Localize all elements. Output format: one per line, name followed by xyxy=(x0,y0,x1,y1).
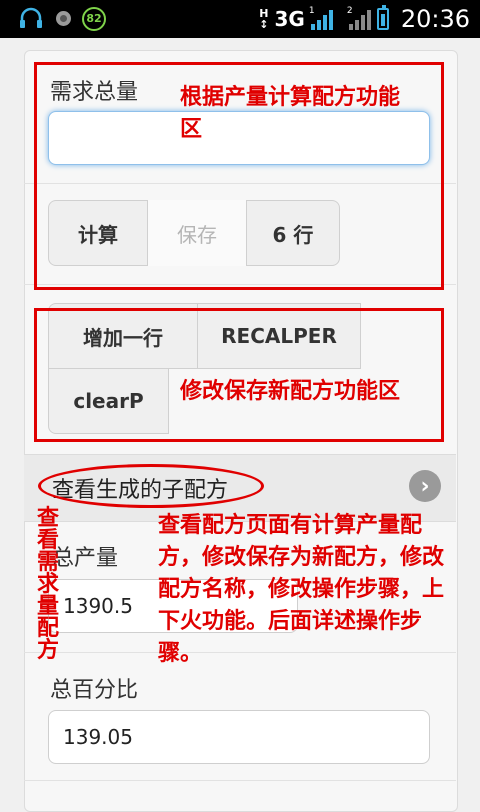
battery-percent-icon: 82 xyxy=(82,7,106,31)
headset-icon xyxy=(20,7,42,28)
total-percent-label: 总百分比 xyxy=(50,678,139,703)
network-type-icon: H ↕ xyxy=(259,7,269,31)
clock: 20:36 xyxy=(400,5,470,33)
chevron-right-icon[interactable]: › xyxy=(409,470,441,502)
annotation-view-desc: 查看配方页面有计算产量配方，修改保存为新配方，修改配方名称，修改操作步骤，上下火… xyxy=(158,513,445,666)
status-dot-icon xyxy=(56,11,71,26)
divider xyxy=(24,780,456,781)
battery-icon xyxy=(376,5,389,30)
signal-strength-icon-2: 2 xyxy=(347,6,371,30)
annotation-modify-area: 修改保存新配方功能区 xyxy=(180,379,401,404)
signal-strength-icon-1: 1 xyxy=(309,6,333,30)
status-bar: 82 H ↕ 3G 1 2 20:36 xyxy=(0,0,480,38)
network-3g-label: 3G xyxy=(274,7,305,31)
annotation-view-demand: 查看需求量配方 xyxy=(36,506,59,663)
annotation-box-modify xyxy=(34,308,444,442)
annotation-calc-area: 根据产量计算配方功能区 xyxy=(180,85,401,142)
annotation-ellipse xyxy=(38,464,264,508)
total-percent-input[interactable]: 139.05 xyxy=(48,710,430,764)
